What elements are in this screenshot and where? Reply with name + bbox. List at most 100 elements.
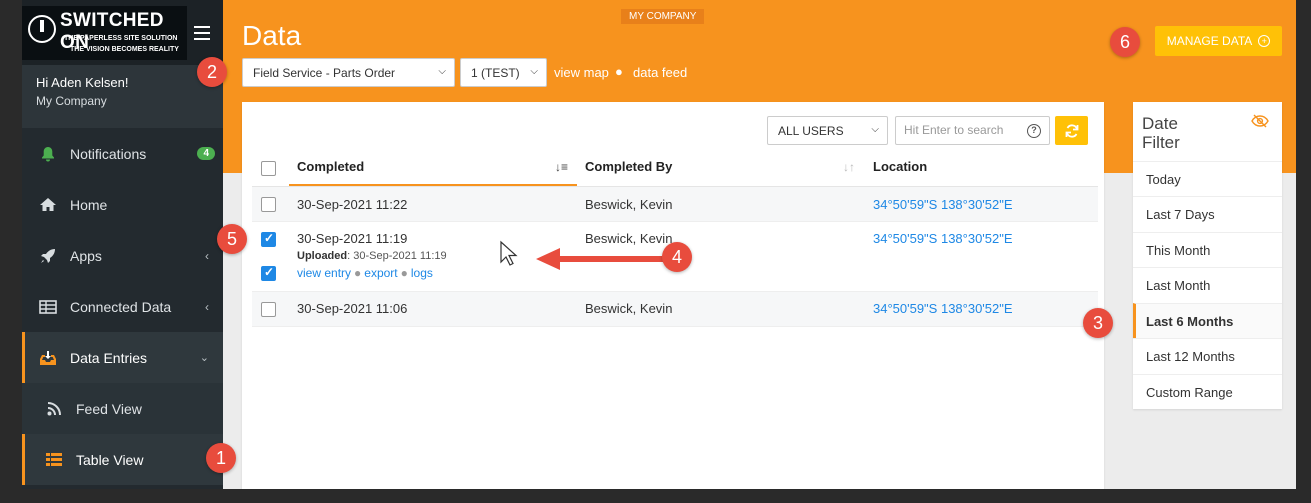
sidebar-item-data-entries[interactable]: Data Entries ⌄ <box>22 332 223 383</box>
annotation-marker-3: 3 <box>1083 308 1113 338</box>
row-checkbox[interactable] <box>261 265 276 281</box>
help-icon[interactable]: ? <box>1027 124 1041 138</box>
version-select-value: 1 (TEST) <box>471 66 520 80</box>
cell-location-link[interactable]: 34°50'59"S 138°30'52"E <box>873 197 1013 212</box>
date-filter-title-line2: Filter <box>1142 133 1180 152</box>
column-header-location[interactable]: Location <box>873 159 927 174</box>
table-icon <box>38 299 58 315</box>
chevron-left-icon: ‹ <box>205 299 209 314</box>
sidebar-item-notifications[interactable]: Notifications 4 <box>22 128 223 179</box>
sort-desc-icon[interactable]: ↓≡ <box>555 160 568 174</box>
cell-location-link[interactable]: 34°50'59"S 138°30'52"E <box>873 301 1013 316</box>
row-actions: view entry ● export ● logs <box>297 266 433 280</box>
eye-slash-icon[interactable] <box>1251 114 1269 128</box>
row-checkbox[interactable] <box>261 302 276 317</box>
table-row[interactable]: 30-Sep-2021 11:06 Beswick, Kevin 34°50'5… <box>252 292 1098 327</box>
manage-data-button[interactable]: MANAGE DATA + <box>1155 26 1282 56</box>
menu-icon[interactable] <box>194 26 210 40</box>
form-select-value: Field Service - Parts Order <box>253 66 396 80</box>
version-select[interactable]: 1 (TEST) ⌵ <box>460 58 547 87</box>
sidebar-item-table-view[interactable]: Table View <box>22 434 223 485</box>
cell-completed: 30-Sep-2021 11:19 <box>297 231 408 246</box>
date-filter-title: Date Filter <box>1142 114 1180 152</box>
rocket-icon <box>38 248 58 264</box>
sidebar-item-label: Table View <box>76 451 144 468</box>
users-select[interactable]: ALL USERS ⌵ <box>767 116 888 145</box>
sidebar: SWITCHED ON THE PAPERLESS SITE SOLUTION … <box>22 0 223 489</box>
form-select[interactable]: Field Service - Parts Order ⌵ <box>242 58 455 87</box>
cell-completed-by: Beswick, Kevin <box>585 301 673 316</box>
chevron-down-icon: ⌵ <box>530 66 538 77</box>
manage-data-label: MANAGE DATA <box>1166 34 1253 48</box>
select-all-checkbox[interactable] <box>261 161 276 176</box>
search-box: ? <box>895 116 1050 145</box>
main-content: MY COMPANY Data Field Service - Parts Or… <box>223 0 1296 489</box>
inbox-download-icon <box>38 350 58 366</box>
view-entry-link[interactable]: view entry <box>297 266 351 280</box>
search-input[interactable] <box>904 123 1024 137</box>
date-option-last-6-months[interactable]: Last 6 Months <box>1133 303 1282 338</box>
sidebar-item-home[interactable]: Home <box>22 179 223 230</box>
cell-completed: 30-Sep-2021 11:22 <box>297 197 408 212</box>
chevron-down-icon: ⌄ <box>199 352 209 364</box>
export-link[interactable]: export <box>364 266 397 280</box>
rss-icon <box>44 401 64 417</box>
table-row[interactable]: 30-Sep-2021 11:22 Beswick, Kevin 34°50'5… <box>252 187 1098 222</box>
page-title: Data <box>242 20 302 51</box>
sort-icon[interactable]: ↓↑ <box>843 160 855 174</box>
date-option-last-12-months[interactable]: Last 12 Months <box>1133 338 1282 373</box>
user-block: Hi Aden Kelsen! My Company <box>22 65 223 128</box>
sidebar-item-label: Feed View <box>76 400 142 417</box>
row-checkbox[interactable] <box>261 231 276 247</box>
sidebar-item-feed-view[interactable]: Feed View <box>22 383 223 434</box>
column-header-completed-by[interactable]: Completed By <box>585 159 672 174</box>
date-option-today[interactable]: Today <box>1133 161 1282 196</box>
sidebar-item-label: Apps <box>70 247 102 264</box>
view-map-link[interactable]: view map <box>554 65 609 80</box>
refresh-button[interactable] <box>1055 116 1088 145</box>
annotation-arrow <box>536 248 670 270</box>
annotation-marker-2: 2 <box>197 57 227 87</box>
user-company: My Company <box>36 94 107 108</box>
uploaded-label: Uploaded <box>297 250 348 262</box>
uploaded-value: : 30-Sep-2021 11:19 <box>347 250 447 262</box>
users-select-value: ALL USERS <box>778 124 844 138</box>
logo-tagline-1: THE PAPERLESS SITE SOLUTION <box>64 35 178 42</box>
refresh-icon <box>1065 123 1078 138</box>
sidebar-item-apps[interactable]: Apps ‹ <box>22 230 223 281</box>
date-option-last-7-days[interactable]: Last 7 Days <box>1133 196 1282 231</box>
annotation-marker-4: 4 <box>662 242 692 272</box>
cell-completed-by: Beswick, Kevin <box>585 197 673 212</box>
sidebar-item-label: Connected Data <box>70 298 172 315</box>
notification-badge: 4 <box>197 147 215 160</box>
annotation-marker-5: 5 <box>217 224 247 254</box>
home-icon <box>38 197 58 213</box>
row-checkbox[interactable] <box>261 197 276 212</box>
chevron-down-icon: ⌵ <box>871 124 879 135</box>
user-greeting: Hi Aden Kelsen! <box>36 75 129 90</box>
annotation-marker-1: 1 <box>206 443 236 473</box>
sidebar-item-label: Data Entries <box>70 349 148 366</box>
date-option-this-month[interactable]: This Month <box>1133 232 1282 267</box>
separator-dot: ● <box>615 64 623 79</box>
date-filter-panel: Date Filter Today Last 7 Days This Month… <box>1133 102 1282 409</box>
separator-dot: ● <box>354 266 362 280</box>
sidebar-item-label: Notifications <box>70 145 147 162</box>
separator-dot: ● <box>400 266 408 280</box>
date-option-last-month[interactable]: Last Month <box>1133 267 1282 302</box>
chevron-down-icon: ⌵ <box>438 66 446 77</box>
data-feed-link[interactable]: data feed <box>633 65 687 80</box>
logo: SWITCHED ON THE PAPERLESS SITE SOLUTION … <box>22 6 187 60</box>
logo-bar: SWITCHED ON THE PAPERLESS SITE SOLUTION … <box>22 0 223 65</box>
list-icon <box>44 452 64 468</box>
cell-location-link[interactable]: 34°50'59"S 138°30'52"E <box>873 231 1013 246</box>
date-option-custom-range[interactable]: Custom Range <box>1133 374 1282 409</box>
cell-completed-by: Beswick, Kevin <box>585 231 673 246</box>
logo-tagline-2: THE VISION BECOMES REALITY <box>70 46 179 53</box>
annotation-marker-6: 6 <box>1110 27 1140 57</box>
sidebar-item-connected-data[interactable]: Connected Data ‹ <box>22 281 223 332</box>
bell-icon <box>38 146 58 162</box>
logs-link[interactable]: logs <box>411 266 433 280</box>
column-header-completed[interactable]: Completed <box>297 159 364 174</box>
plus-circle-icon: + <box>1258 35 1271 47</box>
